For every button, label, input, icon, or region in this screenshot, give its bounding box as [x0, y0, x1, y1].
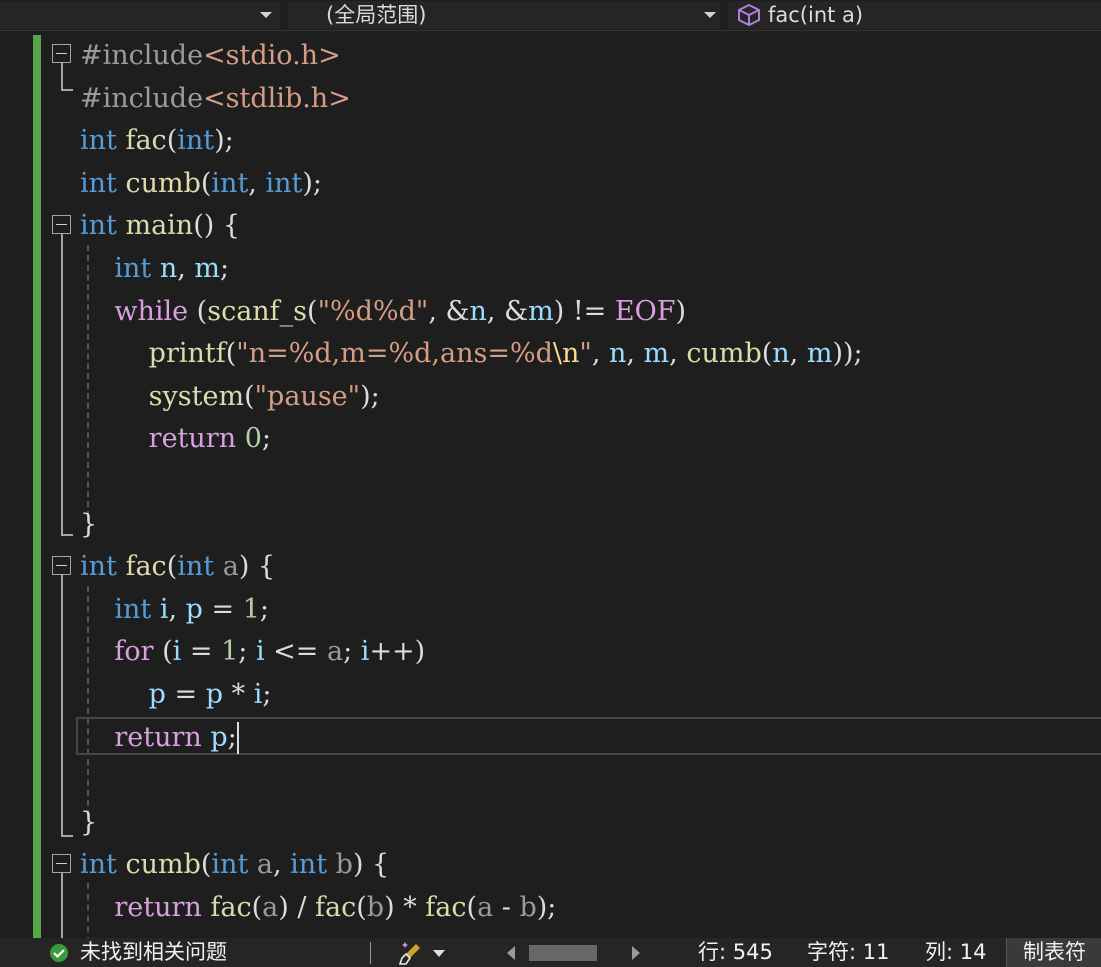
fold-line: [61, 63, 63, 91]
brush-icon[interactable]: [398, 940, 424, 966]
code-line[interactable]: system("pause");: [80, 376, 380, 418]
fold-line-end: [61, 835, 73, 837]
code-editor[interactable]: #include<stdio.h> #include<stdlib.h> int f…: [0, 30, 1101, 938]
code-line[interactable]: int fac(int a) {: [80, 546, 275, 588]
member-dropdown-value: fac(int a): [768, 3, 864, 27]
chevron-down-icon[interactable]: [433, 950, 445, 957]
code-line[interactable]: int cumb(int a, int b) {: [80, 844, 389, 886]
code-line[interactable]: while (scanf_s("%d%d", &n, &m) != EOF): [80, 291, 686, 333]
collapse-icon[interactable]: [52, 215, 71, 234]
code-line[interactable]: }: [80, 504, 97, 546]
code-line[interactable]: int main() {: [80, 205, 240, 247]
code-line[interactable]: for (i = 1; i <= a; i++): [80, 631, 425, 673]
code-line[interactable]: int n, m;: [80, 248, 229, 290]
code-line[interactable]: }: [80, 802, 97, 844]
navigation-bar: (全局范围) fac(int a): [0, 0, 1101, 31]
scroll-left-icon[interactable]: [507, 946, 515, 960]
scope-dropdown[interactable]: (全局范围): [288, 1, 720, 29]
tab-mode-box[interactable]: 制表符: [1006, 938, 1101, 967]
fold-line: [61, 234, 63, 536]
change-bar: [33, 35, 41, 938]
code-line[interactable]: int cumb(int, int);: [80, 163, 322, 205]
status-divider: [370, 942, 371, 964]
column-indicator[interactable]: 列: 14: [925, 938, 986, 967]
collapse-icon[interactable]: [52, 556, 71, 575]
code-line[interactable]: int i, p = 1;: [80, 589, 269, 631]
fold-line: [61, 873, 63, 938]
issues-status[interactable]: 未找到相关问题: [80, 938, 227, 967]
fold-line: [61, 575, 63, 837]
code-line[interactable]: return p;: [80, 717, 239, 759]
check-circle-icon[interactable]: [49, 943, 69, 963]
fold-line-end: [61, 534, 73, 536]
code-line[interactable]: #include<stdio.h>: [80, 35, 341, 77]
member-dropdown[interactable]: fac(int a): [728, 1, 1101, 29]
status-bar: 未找到相关问题 行: 545 字符: 11 列: 14 制表符: [0, 938, 1101, 967]
line-indicator[interactable]: 行: 545: [698, 938, 773, 967]
text-cursor: [236, 722, 239, 755]
project-dropdown[interactable]: [0, 1, 280, 29]
tab-mode-indicator: 制表符: [1023, 940, 1086, 964]
cube-method-icon: [738, 3, 760, 27]
collapse-icon[interactable]: [52, 854, 71, 873]
collapse-icon[interactable]: [52, 44, 71, 63]
code-line[interactable]: return fac(a) / fac(b) * fac(a - b);: [80, 887, 556, 929]
chevron-down-icon[interactable]: [704, 12, 716, 18]
code-line[interactable]: p = p * i;: [80, 674, 272, 716]
code-line[interactable]: return 0;: [80, 418, 271, 460]
code-line[interactable]: int fac(int);: [80, 120, 234, 162]
chevron-down-icon[interactable]: [260, 12, 272, 18]
scroll-right-icon[interactable]: [632, 946, 640, 960]
fold-line-end: [61, 89, 73, 91]
char-indicator[interactable]: 字符: 11: [807, 938, 889, 967]
scope-dropdown-value: (全局范围): [326, 3, 427, 27]
code-line[interactable]: printf("n=%d,m=%d,ans=%d\n", n, m, cumb(…: [80, 333, 863, 375]
horizontal-scrollbar-thumb[interactable]: [529, 945, 597, 961]
code-line[interactable]: #include<stdlib.h>: [80, 78, 351, 120]
